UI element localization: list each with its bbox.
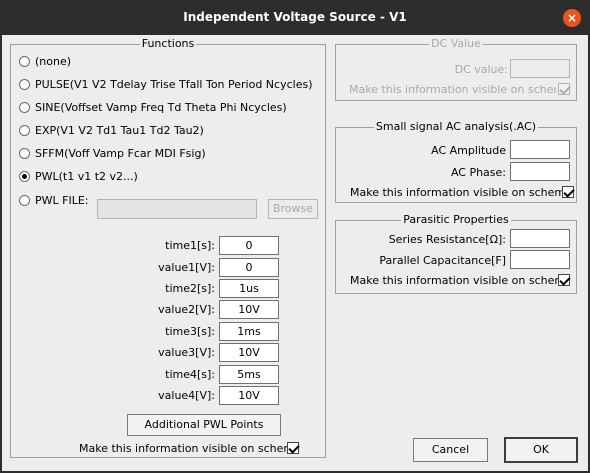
dc-value-title: DC Value bbox=[429, 37, 483, 50]
value2-input[interactable]: 10V bbox=[219, 300, 279, 319]
additional-pwl-points-button[interactable]: Additional PWL Points bbox=[127, 414, 281, 436]
radio-pwl-file[interactable]: PWL FILE: bbox=[19, 192, 89, 208]
ac-amplitude-label: AC Amplitude bbox=[431, 144, 506, 157]
cancel-button[interactable]: Cancel bbox=[413, 438, 488, 462]
value4-label: value4[V]: bbox=[158, 389, 215, 402]
time2-input[interactable]: 1us bbox=[219, 279, 279, 298]
radio-pwl[interactable]: PWL(t1 v1 t2 v2...) bbox=[19, 168, 138, 184]
radio-exp[interactable]: EXP(V1 V2 Td1 Tau1 Td2 Tau2) bbox=[19, 122, 204, 138]
radio-label: SINE(Voffset Vamp Freq Td Theta Phi Ncyc… bbox=[35, 100, 287, 114]
series-resistance-input[interactable] bbox=[510, 229, 570, 248]
time3-label: time3[s]: bbox=[165, 325, 215, 338]
dc-visible-label: Make this information visible on schemat… bbox=[349, 83, 556, 96]
radio-button[interactable] bbox=[19, 124, 30, 136]
value2-label: value2[V]: bbox=[158, 303, 215, 316]
ac-visible-label: Make this information visible on schemat… bbox=[350, 186, 563, 199]
ac-visible-checkbox[interactable] bbox=[562, 186, 574, 198]
radio-label: PWL(t1 v1 t2 v2...) bbox=[35, 169, 138, 183]
radio-button[interactable] bbox=[19, 55, 30, 67]
radio-label: PULSE(V1 V2 Tdelay Trise Tfall Ton Perio… bbox=[35, 77, 313, 91]
time3-input[interactable]: 1ms bbox=[219, 322, 279, 341]
parasitic-group: Parasitic Properties Series Resistance[Ω… bbox=[335, 213, 577, 294]
title-bar: Independent Voltage Source - V1 × bbox=[0, 0, 590, 35]
dc-visible-checkbox[interactable] bbox=[558, 83, 570, 95]
parasitic-visible-checkbox[interactable] bbox=[558, 274, 570, 286]
value1-input[interactable]: 0 bbox=[219, 258, 279, 277]
radio-pulse[interactable]: PULSE(V1 V2 Tdelay Trise Tfall Ton Perio… bbox=[19, 76, 313, 92]
radio-button-selected[interactable] bbox=[19, 170, 30, 182]
ac-analysis-group: Small signal AC analysis(.AC) AC Amplitu… bbox=[335, 120, 577, 203]
dc-value-input[interactable] bbox=[510, 59, 570, 78]
time4-input[interactable]: 5ms bbox=[219, 365, 279, 384]
functions-group: Functions (none) PULSE(V1 V2 Tdelay Tris… bbox=[10, 37, 326, 458]
radio-label: PWL FILE: bbox=[35, 193, 89, 207]
parallel-capacitance-label: Parallel Capacitance[F] bbox=[379, 254, 506, 267]
functions-visible-label: Make this information visible on schemat… bbox=[79, 442, 287, 455]
time4-label: time4[s]: bbox=[165, 368, 215, 381]
window-title: Independent Voltage Source - V1 bbox=[183, 10, 407, 24]
radio-sffm[interactable]: SFFM(Voff Vamp Fcar MDI Fsig) bbox=[19, 145, 206, 161]
functions-title: Functions bbox=[139, 37, 197, 50]
series-resistance-label: Series Resistance[Ω]: bbox=[388, 233, 506, 246]
radio-button[interactable] bbox=[19, 194, 30, 206]
radio-label: (none) bbox=[35, 54, 72, 68]
parallel-capacitance-input[interactable] bbox=[510, 250, 570, 269]
ac-phase-label: AC Phase: bbox=[450, 166, 506, 179]
dc-value-label: DC value: bbox=[454, 63, 508, 76]
time1-label: time1[s]: bbox=[165, 239, 215, 252]
radio-label: SFFM(Voff Vamp Fcar MDI Fsig) bbox=[35, 146, 206, 160]
browse-button[interactable]: Browse bbox=[268, 199, 318, 219]
dc-value-group: DC Value DC value: Make this information… bbox=[335, 37, 577, 101]
time1-input[interactable]: 0 bbox=[219, 236, 279, 255]
value3-label: value3[V]: bbox=[158, 346, 215, 359]
radio-button[interactable] bbox=[19, 147, 30, 159]
pwl-file-path-input[interactable] bbox=[97, 199, 257, 219]
ok-button[interactable]: OK bbox=[504, 437, 578, 463]
value3-input[interactable]: 10V bbox=[219, 343, 279, 362]
value4-input[interactable]: 10V bbox=[219, 386, 279, 405]
parasitic-title: Parasitic Properties bbox=[401, 213, 511, 226]
radio-button[interactable] bbox=[19, 101, 30, 113]
radio-label: EXP(V1 V2 Td1 Tau1 Td2 Tau2) bbox=[35, 123, 204, 137]
ac-analysis-title: Small signal AC analysis(.AC) bbox=[373, 120, 539, 133]
parasitic-visible-label: Make this information visible on schemat… bbox=[350, 274, 562, 287]
time2-label: time2[s]: bbox=[165, 282, 215, 295]
functions-visible-checkbox[interactable] bbox=[287, 442, 299, 454]
ac-amplitude-input[interactable] bbox=[510, 140, 570, 159]
radio-none[interactable]: (none) bbox=[19, 53, 71, 69]
close-button[interactable]: × bbox=[563, 9, 581, 27]
value1-label: value1[V]: bbox=[158, 261, 215, 274]
radio-sine[interactable]: SINE(Voffset Vamp Freq Td Theta Phi Ncyc… bbox=[19, 99, 287, 115]
ac-phase-input[interactable] bbox=[510, 162, 570, 181]
radio-button[interactable] bbox=[19, 78, 30, 90]
dialog-body: Functions (none) PULSE(V1 V2 Tdelay Tris… bbox=[2, 35, 588, 471]
